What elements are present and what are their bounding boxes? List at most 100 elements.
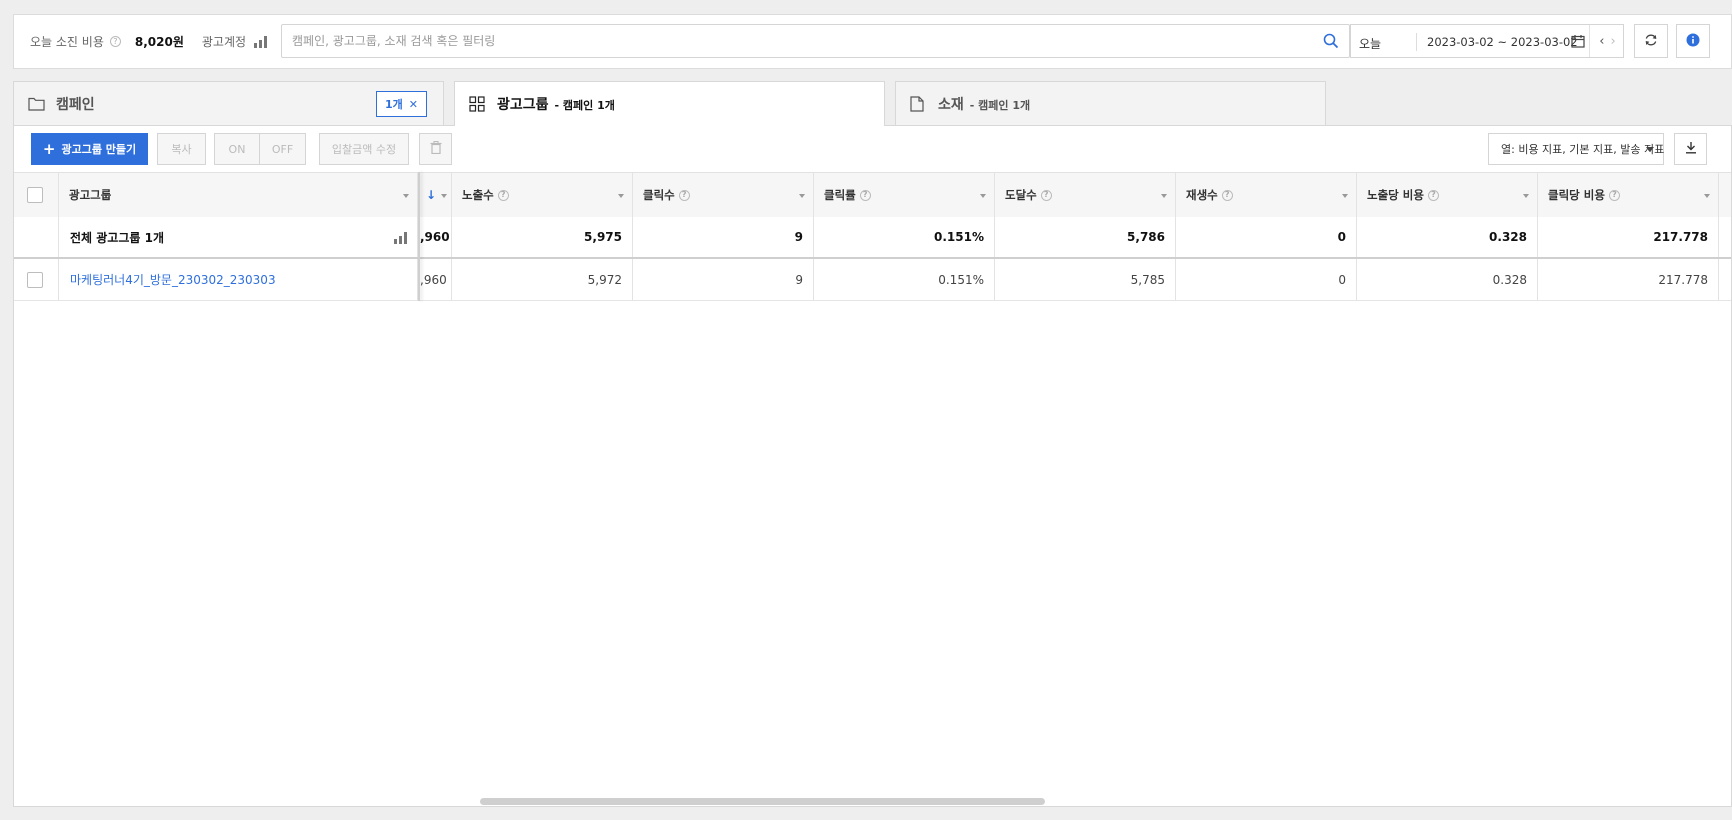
- edit-bid-button[interactable]: 입찰금액 수정: [319, 133, 409, 165]
- caret-down-icon[interactable]: [980, 194, 986, 198]
- tab-campaign[interactable]: 캠페인 1개 ✕: [13, 81, 444, 125]
- col-clicks[interactable]: 클릭수?: [633, 173, 814, 217]
- col-adgroup-label: 광고그룹: [69, 188, 112, 202]
- folder-icon: [28, 96, 45, 114]
- help-icon[interactable]: ?: [1427, 189, 1439, 201]
- col-cpm-label: 노출당 비용: [1367, 188, 1424, 202]
- caret-down-icon[interactable]: [441, 194, 447, 198]
- col-adgroup[interactable]: 광고그룹: [59, 173, 418, 217]
- help-icon[interactable]: ?: [109, 36, 121, 47]
- copy-label: 복사: [171, 143, 192, 156]
- col-reach-label: 도달수: [1005, 188, 1037, 202]
- help-icon[interactable]: ?: [859, 189, 871, 201]
- horizontal-scrollbar[interactable]: [480, 798, 1045, 805]
- caret-down-icon[interactable]: [618, 194, 624, 198]
- help-icon[interactable]: ?: [1221, 189, 1233, 201]
- col-cpc-label: 클릭당 비용: [1548, 188, 1605, 202]
- tab-adgroup-label: 광고그룹 - 캠페인 1개: [497, 97, 615, 113]
- col-cpc[interactable]: 클릭당 비용?: [1538, 173, 1719, 217]
- help-icon[interactable]: ?: [1608, 189, 1620, 201]
- help-icon[interactable]: ?: [1040, 189, 1052, 201]
- grid-icon: [469, 96, 485, 115]
- calendar-icon[interactable]: [1571, 34, 1585, 51]
- close-icon[interactable]: ✕: [409, 98, 418, 111]
- copy-button[interactable]: 복사: [157, 133, 206, 165]
- table-header: 광고그룹 ↓ 노출수? 클릭수? 클릭률? 도달수? 재생수 ? 노출당 비용 …: [14, 172, 1731, 217]
- bar-chart-icon[interactable]: [254, 35, 268, 48]
- tab-creative[interactable]: 소재 - 캠페인 1개: [895, 81, 1326, 125]
- caret-down-icon[interactable]: [1704, 194, 1710, 198]
- on-button[interactable]: ON: [214, 133, 260, 165]
- row-reach: 5,785: [995, 259, 1176, 300]
- delete-button[interactable]: [419, 133, 452, 165]
- refresh-icon: [1644, 33, 1658, 50]
- total-clicks: 9: [633, 217, 814, 257]
- spend-value: 8,020원: [134, 35, 184, 49]
- total-label: 전체 광고그룹 1개: [70, 230, 164, 245]
- tab-creative-sub: - 캠페인 1개: [969, 99, 1031, 112]
- edit-bid-label: 입찰금액 수정: [331, 143, 397, 156]
- frozen-column-divider: [418, 172, 420, 301]
- row-cpc: 217.778: [1538, 259, 1719, 300]
- info-icon: [1686, 33, 1700, 50]
- sort-desc-icon[interactable]: ↓: [426, 188, 436, 202]
- select-all-checkbox[interactable]: [27, 187, 43, 203]
- period-select[interactable]: 오늘: [1359, 35, 1381, 52]
- row-cpm: 0.328: [1357, 259, 1538, 300]
- col-plays[interactable]: 재생수?: [1176, 173, 1357, 217]
- tab-adgroup-sub: - 캠페인 1개: [554, 99, 615, 112]
- total-ctr: 0.151%: [814, 217, 995, 257]
- total-impressions: 5,975: [452, 217, 633, 257]
- divider: [1416, 33, 1417, 51]
- bar-chart-icon[interactable]: [394, 232, 407, 244]
- col-impressions[interactable]: 노출수?: [452, 173, 633, 217]
- total-check-cell: [14, 217, 59, 257]
- caret-down-icon[interactable]: [1342, 194, 1348, 198]
- date-picker[interactable]: 오늘 2023-03-02 ~ 2023-03-02 ‹ ›: [1350, 24, 1624, 58]
- date-range[interactable]: 2023-03-02 ~ 2023-03-02: [1427, 35, 1578, 49]
- total-cpm: 0.328: [1357, 217, 1538, 257]
- chip-label: 1개: [385, 98, 403, 111]
- caret-down-icon[interactable]: [799, 194, 805, 198]
- row-partial: ,960: [420, 259, 452, 300]
- caret-down-icon[interactable]: [1161, 194, 1167, 198]
- trash-icon: [430, 141, 442, 157]
- caret-down-icon[interactable]: [1523, 194, 1529, 198]
- row-impressions: 5,972: [452, 259, 633, 300]
- tab-campaign-label: 캠페인: [56, 97, 95, 113]
- off-button[interactable]: OFF: [260, 133, 306, 165]
- search-icon[interactable]: [1323, 33, 1339, 52]
- campaign-filter-chip[interactable]: 1개 ✕: [376, 91, 427, 117]
- total-reach: 5,786: [995, 217, 1176, 257]
- top-bar: 오늘 소진 비용 ? 8,020원 광고계정 오늘 2023-03-02 ~ 2…: [13, 14, 1732, 69]
- tab-adgroup[interactable]: 광고그룹 - 캠페인 1개: [454, 81, 885, 126]
- total-cpc: 217.778: [1538, 217, 1719, 257]
- adgroup-link[interactable]: 마케팅러너4기_방문_230302_230303: [70, 271, 276, 288]
- col-partial[interactable]: ↓: [420, 173, 452, 217]
- download-icon: [1685, 141, 1697, 157]
- on-label: ON: [228, 142, 246, 156]
- spend-label: 오늘 소진 비용: [30, 35, 104, 49]
- download-button[interactable]: [1674, 133, 1707, 165]
- row-plays: 0: [1176, 259, 1357, 300]
- col-reach[interactable]: 도달수?: [995, 173, 1176, 217]
- off-label: OFF: [271, 142, 294, 156]
- chevron-right-icon[interactable]: ›: [1611, 34, 1616, 49]
- create-adgroup-button[interactable]: + 광고그룹 만들기: [31, 133, 148, 165]
- account-label: 광고계정: [201, 35, 247, 49]
- row-checkbox[interactable]: [27, 271, 43, 288]
- column-select[interactable]: 열: 비용 지표, 기본 지표, 발송 지표: [1488, 133, 1664, 165]
- help-icon[interactable]: ?: [678, 189, 690, 201]
- search-input[interactable]: [282, 25, 1302, 57]
- row-ctr: 0.151%: [814, 259, 995, 300]
- row-check-cell: [14, 259, 59, 300]
- col-cpm[interactable]: 노출당 비용?: [1357, 173, 1538, 217]
- caret-down-icon[interactable]: [403, 194, 409, 198]
- plus-icon: +: [42, 140, 56, 158]
- refresh-button[interactable]: [1634, 24, 1668, 58]
- col-ctr[interactable]: 클릭률?: [814, 173, 995, 217]
- create-adgroup-label: 광고그룹 만들기: [61, 143, 137, 156]
- info-button[interactable]: [1676, 24, 1710, 58]
- help-icon[interactable]: ?: [497, 189, 509, 201]
- chevron-left-icon[interactable]: ‹: [1599, 34, 1604, 49]
